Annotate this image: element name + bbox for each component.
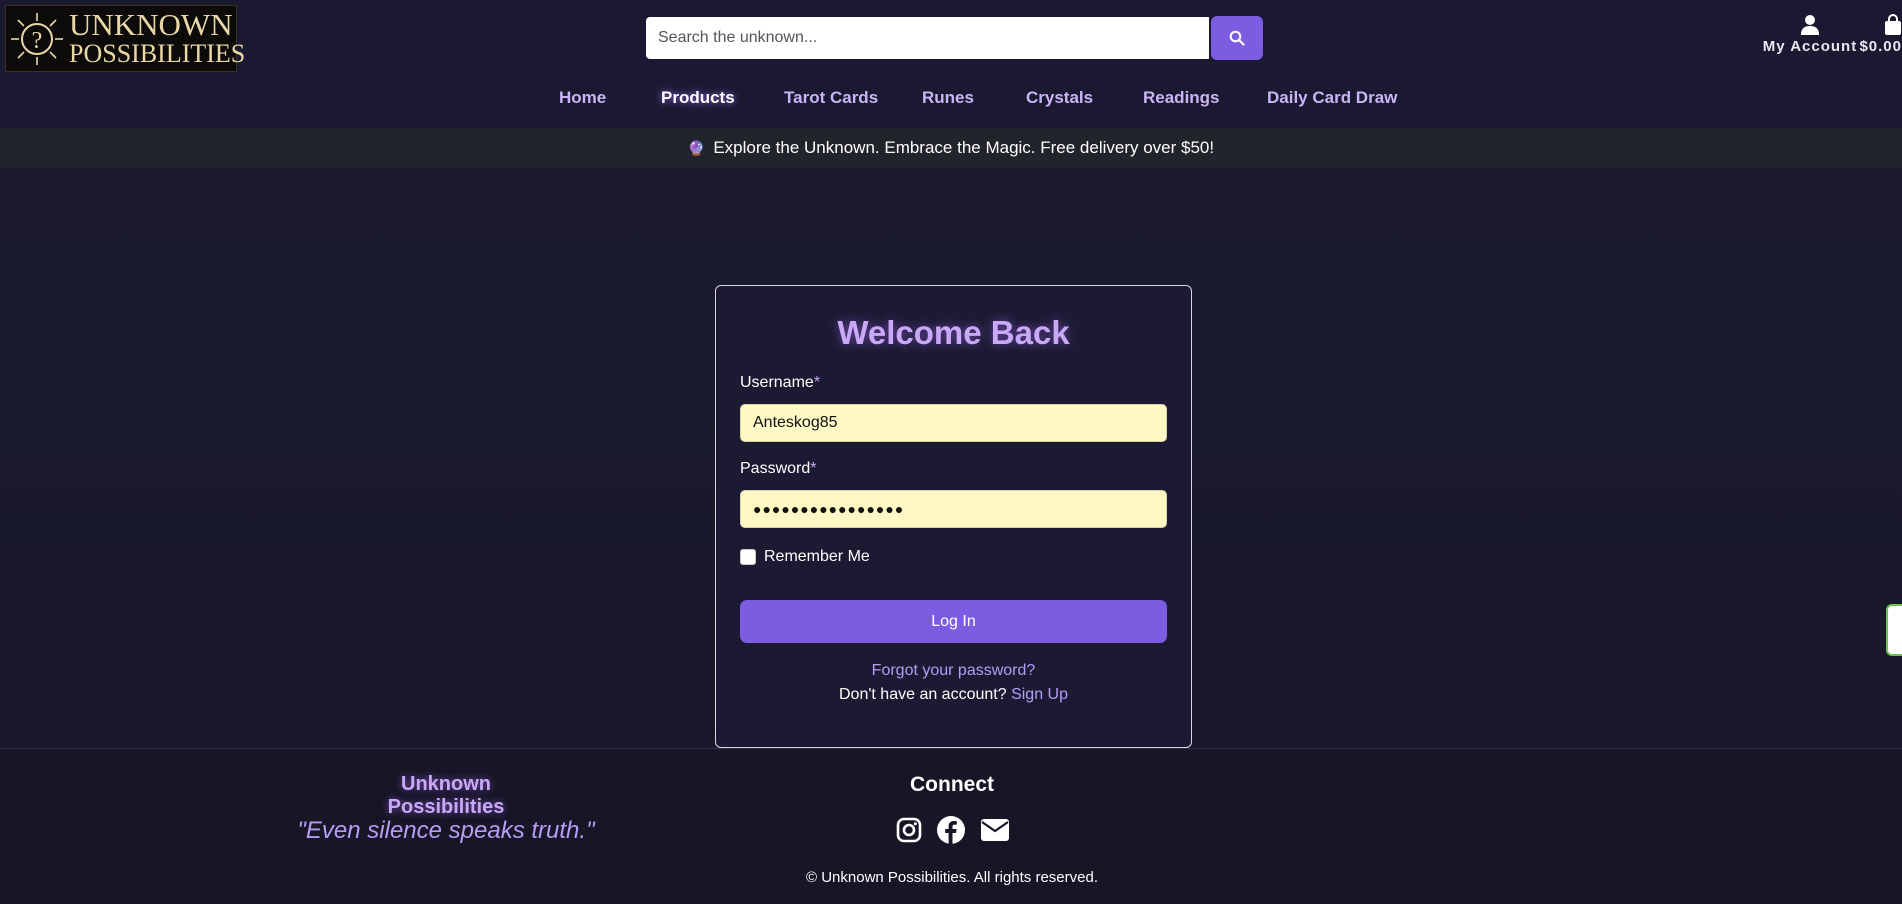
- main-navigation: Home Products Tarot Cards Runes Crystals…: [0, 88, 1902, 112]
- envelope-icon[interactable]: [980, 818, 1010, 842]
- promo-banner-text: Explore the Unknown. Embrace the Magic. …: [713, 138, 1215, 157]
- nav-item-daily-card-draw[interactable]: Daily Card Draw: [1267, 88, 1397, 108]
- username-field[interactable]: [740, 404, 1167, 442]
- side-widget-tab[interactable]: [1886, 604, 1902, 656]
- search-bar: [646, 16, 1263, 60]
- signup-prompt: Don't have an account? Sign Up: [716, 686, 1191, 704]
- social-links: [896, 815, 1010, 845]
- nav-item-tarot-cards[interactable]: Tarot Cards: [784, 88, 878, 108]
- forgot-password-link[interactable]: Forgot your password?: [716, 662, 1191, 680]
- footer-quote: "Even silence speaks truth.": [297, 817, 595, 844]
- shopping-bag-icon: [1885, 14, 1901, 35]
- nav-item-readings[interactable]: Readings: [1143, 88, 1220, 108]
- nav-item-runes[interactable]: Runes: [922, 88, 974, 108]
- search-button[interactable]: [1211, 16, 1263, 60]
- search-input[interactable]: [646, 17, 1209, 59]
- remember-me-checkbox[interactable]: [740, 549, 756, 565]
- nav-item-products[interactable]: Products: [661, 88, 735, 108]
- my-account-link[interactable]: My Account: [1752, 14, 1868, 55]
- login-button[interactable]: Log In: [740, 600, 1167, 643]
- login-title: Welcome Back: [837, 314, 1070, 351]
- user-icon: [1801, 15, 1819, 35]
- site-logo[interactable]: ? UNKNOWN POSSIBILITIES: [5, 5, 245, 72]
- login-card: Welcome Back Username* Password* ●●●●●●●…: [715, 285, 1192, 748]
- question-mark-seal-icon: ?: [9, 8, 65, 70]
- username-label: Username*: [740, 374, 820, 392]
- crystal-ball-icon: 🔮: [687, 139, 706, 156]
- remember-me-row[interactable]: Remember Me: [740, 548, 870, 566]
- footer-brand: Unknown Possibilities: [387, 773, 505, 818]
- password-label: Password*: [740, 460, 816, 478]
- site-header: ? UNKNOWN POSSIBILITIES My Account $0.00: [0, 0, 1902, 128]
- signup-prompt-text: Don't have an account?: [839, 686, 1007, 703]
- cart-link[interactable]: $0.00: [1858, 14, 1902, 55]
- logo-line-2: POSSIBILITIES: [69, 38, 246, 68]
- required-marker: *: [813, 374, 821, 391]
- logo-line-1: UNKNOWN: [69, 6, 233, 42]
- nav-item-home[interactable]: Home: [559, 88, 606, 108]
- password-field[interactable]: ●●●●●●●●●●●●●●●●: [740, 490, 1167, 528]
- cart-total: $0.00: [1859, 38, 1902, 55]
- facebook-icon[interactable]: [936, 815, 966, 845]
- logo-wordmark: UNKNOWN POSSIBILITIES: [69, 6, 246, 68]
- username-label-text: Username: [740, 374, 814, 391]
- footer-connect-heading: Connect: [910, 773, 994, 796]
- instagram-icon[interactable]: [896, 817, 922, 843]
- site-footer: Unknown Possibilities "Even silence spea…: [0, 748, 1902, 904]
- copyright-text: © Unknown Possibilities. All rights rese…: [805, 869, 1098, 886]
- password-label-text: Password: [740, 460, 811, 477]
- nav-item-crystals[interactable]: Crystals: [1026, 88, 1093, 108]
- my-account-label: My Account: [1762, 38, 1858, 55]
- svg-text:?: ?: [32, 28, 43, 54]
- promo-banner: 🔮 Explore the Unknown. Embrace the Magic…: [0, 128, 1902, 168]
- sign-up-link[interactable]: Sign Up: [1011, 686, 1068, 703]
- required-marker: *: [810, 460, 817, 477]
- remember-me-label: Remember Me: [764, 548, 870, 565]
- search-icon: [1229, 30, 1245, 46]
